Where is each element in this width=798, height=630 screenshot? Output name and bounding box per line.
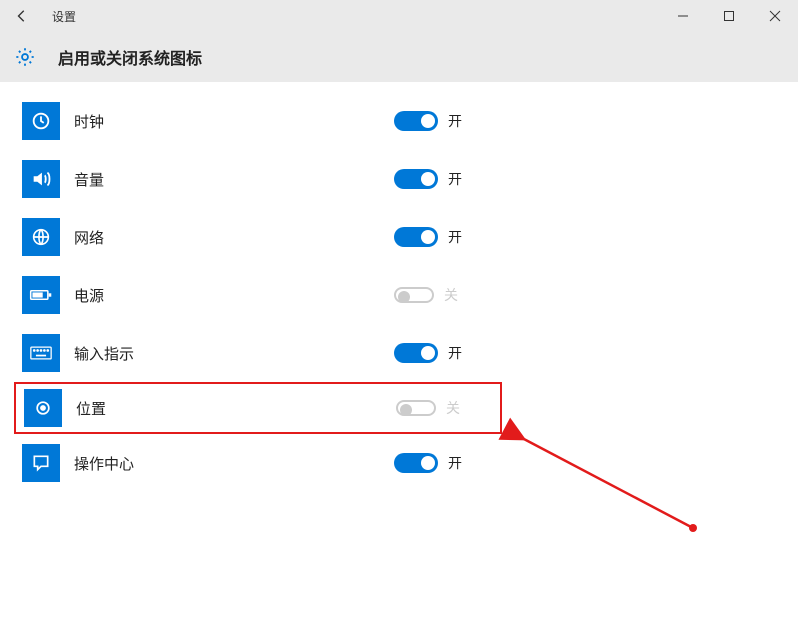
ime-icon bbox=[22, 334, 60, 372]
toggle-state-label: 开 bbox=[448, 169, 462, 189]
close-button[interactable] bbox=[752, 0, 798, 32]
action-icon bbox=[22, 444, 60, 482]
toggle-state-label: 关 bbox=[444, 285, 458, 305]
volume-icon bbox=[22, 160, 60, 198]
toggle-state-label: 关 bbox=[446, 398, 460, 418]
setting-label: 输入指示 bbox=[74, 343, 394, 364]
titlebar: 设置 bbox=[0, 0, 798, 32]
network-icon bbox=[22, 218, 60, 256]
window-title: 设置 bbox=[52, 8, 76, 25]
setting-label: 音量 bbox=[74, 169, 394, 190]
setting-label: 操作中心 bbox=[74, 453, 394, 474]
toggle-wrap: 开 bbox=[394, 343, 462, 363]
page-header-row: 启用或关闭系统图标 bbox=[0, 32, 798, 82]
back-button[interactable] bbox=[0, 0, 44, 32]
toggle-switch[interactable] bbox=[394, 169, 438, 189]
setting-label: 电源 bbox=[74, 285, 394, 306]
toggle-wrap: 开 bbox=[394, 227, 462, 247]
maximize-button[interactable] bbox=[706, 0, 752, 32]
setting-label: 时钟 bbox=[74, 111, 394, 132]
setting-label: 网络 bbox=[74, 227, 394, 248]
settings-row: 电源 关 bbox=[0, 266, 798, 324]
toggle-switch bbox=[396, 400, 436, 416]
toggle-state-label: 开 bbox=[448, 111, 462, 131]
minimize-button[interactable] bbox=[660, 0, 706, 32]
settings-row: 音量 开 bbox=[0, 150, 798, 208]
settings-row: 网络 开 bbox=[0, 208, 798, 266]
power-icon bbox=[22, 276, 60, 314]
location-icon bbox=[24, 389, 62, 427]
toggle-state-label: 开 bbox=[448, 227, 462, 247]
toggle-wrap: 关 bbox=[394, 285, 458, 305]
clock-icon bbox=[22, 102, 60, 140]
toggle-wrap: 关 bbox=[396, 398, 460, 418]
settings-row: 操作中心 开 bbox=[0, 434, 798, 492]
toggle-wrap: 开 bbox=[394, 169, 462, 189]
toggle-wrap: 开 bbox=[394, 111, 462, 131]
settings-row: 位置 关 bbox=[14, 382, 502, 434]
settings-row: 输入指示 开 bbox=[0, 324, 798, 382]
gear-icon bbox=[14, 46, 36, 68]
toggle-state-label: 开 bbox=[448, 343, 462, 363]
settings-list: 时钟开音量开网络开电源关输入指示开位置关操作中心开 bbox=[0, 82, 798, 492]
page-title: 启用或关闭系统图标 bbox=[58, 45, 202, 69]
toggle-switch[interactable] bbox=[394, 111, 438, 131]
settings-row: 时钟 开 bbox=[0, 92, 798, 150]
toggle-switch bbox=[394, 287, 434, 303]
setting-label: 位置 bbox=[76, 398, 396, 419]
toggle-switch[interactable] bbox=[394, 343, 438, 363]
toggle-switch[interactable] bbox=[394, 453, 438, 473]
toggle-wrap: 开 bbox=[394, 453, 462, 473]
toggle-state-label: 开 bbox=[448, 453, 462, 473]
toggle-switch[interactable] bbox=[394, 227, 438, 247]
window-controls bbox=[660, 0, 798, 32]
